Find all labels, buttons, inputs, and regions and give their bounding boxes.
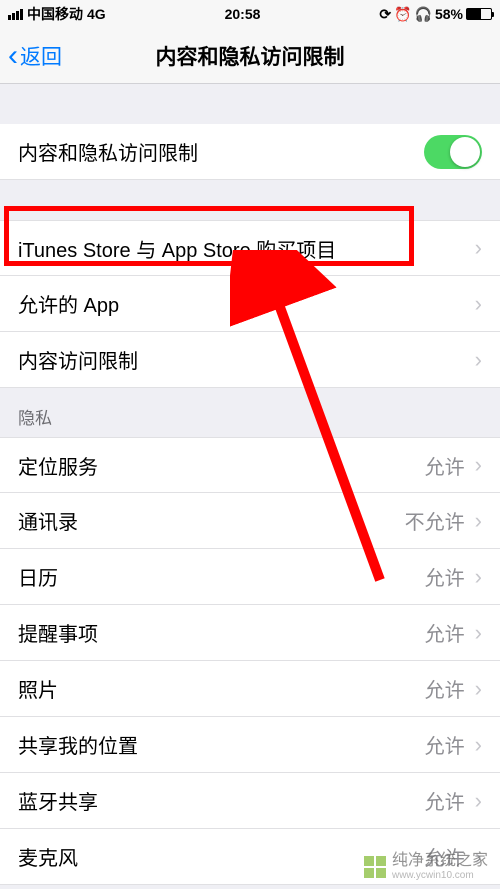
status-time: 20:58: [225, 6, 261, 22]
page-title: 内容和隐私访问限制: [0, 41, 500, 71]
battery-pct: 58%: [435, 6, 463, 22]
section-header-privacy: 隐私: [0, 388, 500, 437]
row-label: 蓝牙共享: [18, 786, 425, 815]
signal-icon: [8, 9, 23, 20]
row-label: 通讯录: [18, 506, 405, 535]
watermark-logo-icon: [364, 856, 386, 878]
chevron-right-icon: ›: [475, 564, 482, 590]
row-privacy-item[interactable]: 通讯录不允许 ›: [0, 493, 500, 549]
row-value: 允许: [425, 562, 465, 591]
back-label: 返回: [20, 41, 62, 71]
status-left: 中国移动 4G: [8, 4, 106, 24]
row-label: 允许的 App: [18, 289, 475, 318]
watermark-text: 纯净系统之家: [392, 852, 488, 870]
row-label: 照片: [18, 674, 425, 703]
row-privacy-item[interactable]: 共享我的位置允许 ›: [0, 717, 500, 773]
headphone-icon: 🎧: [415, 6, 432, 23]
network-label: 4G: [87, 6, 106, 22]
row-allowed-apps[interactable]: 允许的 App ›: [0, 276, 500, 332]
row-value: 允许: [425, 786, 465, 815]
chevron-right-icon: ›: [475, 620, 482, 646]
row-value: 允许: [425, 730, 465, 759]
nav-bar: ‹ 返回 内容和隐私访问限制: [0, 28, 500, 84]
carrier-label: 中国移动: [27, 4, 83, 24]
row-privacy-item[interactable]: 照片允许 ›: [0, 661, 500, 717]
chevron-right-icon: ›: [475, 732, 482, 758]
chevron-right-icon: ›: [475, 347, 482, 373]
alarm-icon: ⏰: [394, 6, 411, 23]
chevron-right-icon: ›: [475, 788, 482, 814]
rotation-lock-icon: ⟳: [379, 6, 391, 23]
row-content-privacy-toggle[interactable]: 内容和隐私访问限制: [0, 124, 500, 180]
row-privacy-item[interactable]: 蓝牙共享允许 ›: [0, 773, 500, 829]
row-privacy-item[interactable]: 定位服务允许 ›: [0, 437, 500, 493]
row-privacy-item[interactable]: 日历允许 ›: [0, 549, 500, 605]
row-label: 定位服务: [18, 451, 425, 480]
chevron-right-icon: ›: [475, 291, 482, 317]
row-content-restrictions[interactable]: 内容访问限制 ›: [0, 332, 500, 388]
chevron-right-icon: ›: [475, 508, 482, 534]
row-label: 内容和隐私访问限制: [18, 137, 424, 166]
row-label: iTunes Store 与 App Store 购买项目: [18, 234, 475, 263]
row-label: 日历: [18, 562, 425, 591]
status-right: ⟳ ⏰ 🎧 58%: [379, 6, 492, 23]
row-label: 共享我的位置: [18, 730, 425, 759]
chevron-left-icon: ‹: [8, 41, 18, 71]
row-itunes-appstore-purchases[interactable]: iTunes Store 与 App Store 购买项目 ›: [0, 220, 500, 276]
row-label: 提醒事项: [18, 618, 425, 647]
switch-on[interactable]: [424, 135, 482, 169]
watermark-url: www.ycwin10.com: [392, 870, 488, 881]
chevron-right-icon: ›: [475, 235, 482, 261]
row-value: 不允许: [405, 506, 465, 535]
row-privacy-item[interactable]: 提醒事项允许 ›: [0, 605, 500, 661]
chevron-right-icon: ›: [475, 676, 482, 702]
back-button[interactable]: ‹ 返回: [8, 41, 62, 71]
watermark: 纯净系统之家 www.ycwin10.com: [364, 852, 488, 881]
chevron-right-icon: ›: [475, 452, 482, 478]
battery-icon: [466, 8, 492, 20]
row-value: 允许: [425, 674, 465, 703]
row-value: 允许: [425, 451, 465, 480]
row-value: 允许: [425, 618, 465, 647]
row-label: 内容访问限制: [18, 345, 475, 374]
status-bar: 中国移动 4G 20:58 ⟳ ⏰ 🎧 58%: [0, 0, 500, 28]
